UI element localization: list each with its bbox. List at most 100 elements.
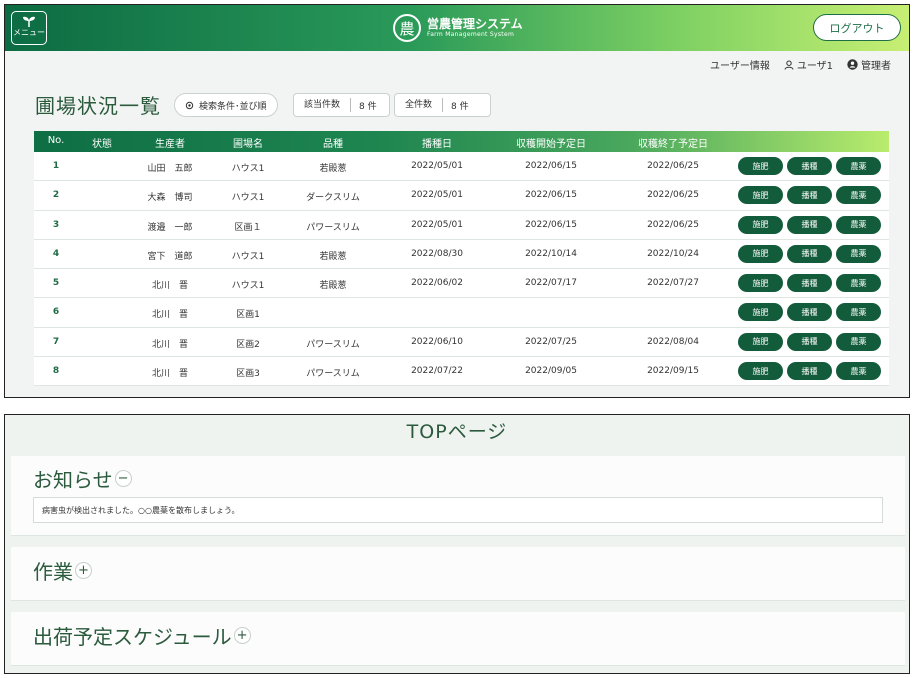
- table-row: 8 北川 晋 区画3 パワースリム 2022/07/22 2022/09/05 2022/0…: [34, 357, 889, 387]
- cell-field: 区画１: [234, 222, 262, 233]
- cell-variety: 若殿葱: [319, 164, 347, 174]
- shipping-schedule-section: 出荷予定スケジュール +: [11, 612, 905, 666]
- user-icon: [784, 60, 794, 70]
- pesticide-button[interactable]: 農薬: [836, 215, 881, 234]
- cell-harvest-start: 2022/09/05: [525, 366, 577, 377]
- top-page-title: TOPページ: [406, 421, 508, 443]
- cell-no: 4: [52, 248, 60, 259]
- cell-planted: 2022/08/30: [411, 248, 463, 259]
- field-table: No. 状態 生産者 圃場名 品種 播種日 収穫開始予定日 収穫終了予定日 1 山…: [34, 131, 889, 387]
- cell-harvest-start: 2022/06/15: [525, 219, 577, 230]
- match-count-box: 該当件数 8 件: [293, 93, 390, 117]
- cell-planted: 2022/07/22: [411, 366, 463, 377]
- cell-harvest-start: 2022/10/14: [525, 248, 577, 259]
- fertilize-button[interactable]: 施肥: [738, 244, 783, 263]
- user-info-link[interactable]: ユーザー情報: [710, 57, 770, 72]
- col-variety: 品種: [323, 139, 343, 150]
- notice-section: お知らせ − 病害虫が検出されました。○○農薬を散布しましょう。: [11, 456, 905, 536]
- col-harvest-start: 収穫開始予定日: [516, 139, 586, 150]
- row-actions: 施肥 播種 農薬: [738, 215, 885, 234]
- match-count-value: 8 件: [359, 101, 377, 112]
- cell-harvest-end: 2022/06/25: [647, 190, 699, 201]
- table-row: 2 大森 博司 ハウス1 ダークスリム 2022/05/01 2022/06/15 2022…: [34, 181, 889, 211]
- table-header: No. 状態 生産者 圃場名 品種 播種日 収穫開始予定日 収穫終了予定日: [34, 131, 889, 152]
- total-count-label: 全件数: [395, 98, 444, 112]
- fertilize-button[interactable]: 施肥: [738, 362, 783, 381]
- sowing-button[interactable]: 播種: [787, 362, 832, 381]
- cell-field: 区画1: [236, 310, 260, 321]
- filter-sort-label: 検索条件･並び順: [199, 101, 267, 112]
- fertilize-button[interactable]: 施肥: [738, 215, 783, 234]
- table-row: 7 北川 晋 区画2 パワースリム 2022/06/10 2022/07/25 2022/0…: [34, 327, 889, 358]
- sowing-button[interactable]: 播種: [787, 215, 832, 234]
- table-row: 5 北川 晋 ハウス1 若殿葱 2022/06/02 2022/07/17 2022/07/…: [34, 269, 889, 299]
- pesticide-button[interactable]: 農薬: [836, 157, 881, 175]
- cell-field: ハウス1: [231, 251, 265, 262]
- cell-harvest-end: 2022/06/25: [647, 161, 699, 171]
- app-header: メニュー 農 営農管理システム Farm Management System ロ…: [5, 5, 909, 51]
- cell-harvest-end: 2022/09/15: [647, 366, 699, 377]
- role-label: 管理者: [861, 61, 891, 72]
- pesticide-button[interactable]: 農薬: [836, 303, 881, 322]
- menu-label: メニュー: [13, 28, 45, 37]
- work-title: 作業: [33, 560, 73, 584]
- cell-field: ハウス1: [231, 281, 265, 292]
- shipping-schedule-expand-toggle[interactable]: +: [233, 627, 251, 644]
- row-actions: 施肥 播種 農薬: [738, 157, 885, 175]
- sowing-button[interactable]: 播種: [787, 332, 832, 351]
- fertilize-button[interactable]: 施肥: [738, 303, 783, 322]
- filter-sort-button[interactable]: 検索条件･並び順: [174, 93, 278, 117]
- sowing-button[interactable]: 播種: [787, 303, 832, 322]
- cell-no: 3: [52, 219, 60, 230]
- col-planted: 播種日: [422, 139, 452, 150]
- cell-harvest-start: 2022/06/15: [525, 190, 577, 201]
- cell-producer: 渡邉 一郎: [147, 222, 193, 233]
- sowing-button[interactable]: 播種: [787, 186, 832, 205]
- page-title: 圃場状況一覧: [35, 94, 161, 118]
- app-subtitle: Farm Management System: [427, 31, 515, 38]
- fertilize-button[interactable]: 施肥: [738, 186, 783, 205]
- pesticide-button[interactable]: 農薬: [836, 332, 881, 351]
- sowing-button[interactable]: 播種: [787, 157, 832, 175]
- cell-variety: パワースリム: [306, 222, 360, 233]
- pesticide-button[interactable]: 農薬: [836, 274, 881, 293]
- sowing-button[interactable]: 播種: [787, 274, 832, 293]
- cell-harvest-start: 2022/06/15: [525, 161, 577, 171]
- user-name-item[interactable]: ユーザ1: [784, 57, 833, 72]
- pesticide-button[interactable]: 農薬: [836, 186, 881, 205]
- col-field: 圃場名: [233, 139, 263, 150]
- notice-collapse-toggle[interactable]: −: [114, 470, 132, 487]
- row-actions: 施肥 播種 農薬: [738, 244, 885, 263]
- table-row: 6 北川 晋 区画1 施肥 播種 農薬: [34, 298, 889, 328]
- top-page-panel: TOPページ お知らせ − 病害虫が検出されました。○○農薬を散布しましょう。 …: [4, 414, 910, 674]
- work-expand-toggle[interactable]: +: [75, 562, 92, 579]
- match-count-label: 該当件数: [294, 98, 352, 112]
- menu-button[interactable]: メニュー: [11, 11, 47, 45]
- cell-harvest-end: 2022/06/25: [647, 219, 699, 230]
- row-actions: 施肥 播種 農薬: [738, 303, 885, 322]
- cell-planted: 2022/06/02: [411, 278, 463, 289]
- row-actions: 施肥 播種 農薬: [738, 362, 885, 381]
- sowing-button[interactable]: 播種: [787, 244, 832, 263]
- row-actions: 施肥 播種 農薬: [738, 332, 885, 351]
- app-logo: 農 営農管理システム Farm Management System: [393, 14, 523, 42]
- total-count-box: 全件数 8 件: [394, 93, 491, 117]
- col-harvest-end: 収穫終了予定日: [638, 139, 708, 150]
- cell-planted: 2022/05/01: [411, 190, 463, 201]
- app-title: 営農管理システム: [427, 17, 523, 31]
- pesticide-button[interactable]: 農薬: [836, 362, 881, 381]
- notice-title: お知らせ: [33, 468, 113, 492]
- pesticide-button[interactable]: 農薬: [836, 244, 881, 263]
- fertilize-button[interactable]: 施肥: [738, 157, 783, 175]
- admin-icon: [847, 59, 858, 70]
- cell-harvest-end: 2022/07/27: [647, 278, 699, 289]
- row-actions: 施肥 播種 農薬: [738, 186, 885, 205]
- cell-harvest-end: 2022/10/24: [647, 248, 699, 259]
- logout-button[interactable]: ログアウト: [813, 14, 901, 41]
- cell-variety: ダークスリム: [306, 193, 360, 204]
- fertilize-button[interactable]: 施肥: [738, 274, 783, 293]
- work-section: 作業 +: [11, 547, 905, 601]
- fertilize-button[interactable]: 施肥: [738, 332, 783, 351]
- cell-harvest-end: 2022/08/04: [647, 336, 699, 347]
- cell-producer: 北川 晋: [151, 369, 188, 380]
